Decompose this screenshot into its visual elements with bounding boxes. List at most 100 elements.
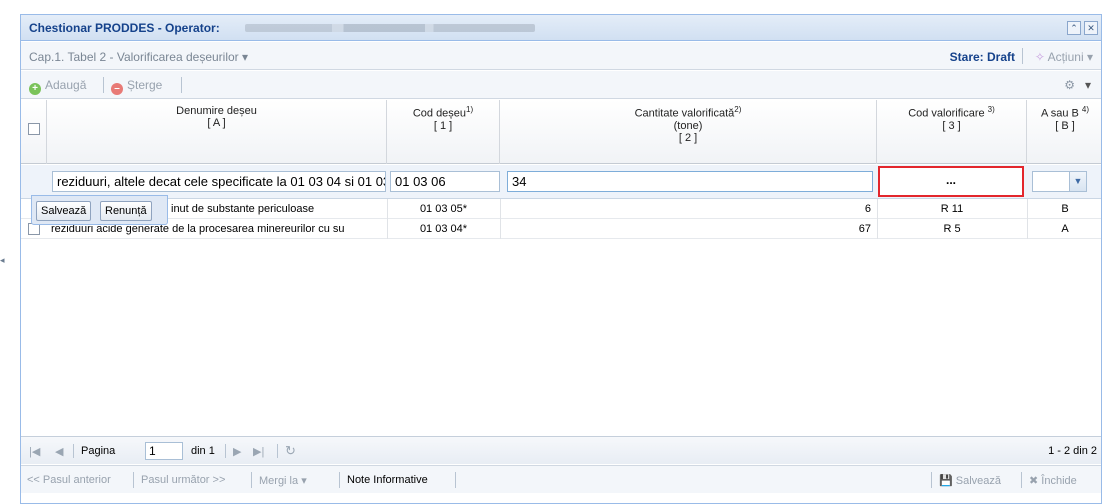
column-unit: (tone) [673, 119, 703, 132]
select-all-header [21, 100, 47, 164]
grid-toolbar: + Adaugă – Șterge ⚙ ▾ [21, 71, 1101, 99]
quantity-cell: 6 [864, 203, 871, 215]
column-footnote: 3) [987, 105, 995, 114]
separator [339, 472, 340, 488]
quantity-input[interactable]: 34 [507, 171, 873, 192]
sparkle-icon: ✧ [1034, 50, 1045, 64]
separator [455, 472, 456, 488]
column-title: Cod valorificare [908, 107, 988, 120]
save-button[interactable]: 💾 Salvează [939, 474, 1001, 487]
column-header-cod-valorificare[interactable]: Cod valorificare 3) [ 3 ] [877, 100, 1027, 164]
a-or-b-cell: B [1061, 203, 1069, 215]
column-footnote: 4) [1081, 105, 1090, 114]
close-label: Închide [1041, 475, 1077, 487]
status-text: Stare: Draft [949, 50, 1015, 64]
paging-toolbar: |◀ ◀ Pagina 1 din 1 ▶ ▶| ↻ 1 - 2 din 2 [21, 436, 1101, 464]
separator [931, 472, 932, 488]
side-collapse-arrow-icon[interactable]: ◂ [0, 255, 8, 285]
next-step-button[interactable]: Pasul următor >> [141, 474, 225, 486]
separator [251, 472, 252, 488]
separator [133, 472, 134, 488]
section-toolbar: Cap.1. Tabel 2 - Valorificarea deșeurilo… [21, 42, 1101, 70]
caret-down-icon: ▾ [1086, 50, 1093, 64]
add-button[interactable]: + Adaugă [29, 78, 86, 95]
save-row-button[interactable]: Salvează [36, 201, 92, 221]
chevron-down-icon[interactable]: ▼ [1069, 172, 1086, 191]
next-page-icon[interactable]: ▶ [233, 445, 241, 458]
window-title: Chestionar PRODDES - Operator: [29, 21, 220, 35]
close-x-icon: ✖ [1029, 475, 1039, 487]
caret-down-icon[interactable]: ▾ [1085, 78, 1091, 92]
table-row[interactable]: reziduuri acide generate de la procesare… [21, 219, 1101, 239]
column-footnote: 1) [466, 105, 474, 114]
column-header-cantitate[interactable]: Cantitate valorificată2) (tone) [ 2 ] [500, 100, 877, 164]
page-count-label: din 1 [191, 445, 215, 457]
column-footnote: 2) [734, 105, 742, 114]
goto-label: Mergi la [259, 475, 299, 487]
column-title: Denumire deșeu [176, 105, 257, 117]
separator [1021, 472, 1022, 488]
paging-summary: 1 - 2 din 2 [1048, 445, 1097, 457]
separator [225, 444, 226, 458]
operator-name-redacted [245, 24, 535, 32]
separator [103, 77, 104, 93]
previous-page-icon[interactable]: ◀ [55, 445, 63, 458]
quantity-cell: 67 [858, 223, 871, 235]
a-or-b-cell: A [1061, 223, 1069, 235]
close-button[interactable]: ✖ Închide [1029, 474, 1077, 487]
actions-label: Acțiuni [1047, 50, 1084, 64]
cancel-row-button[interactable]: Renunță [100, 201, 152, 221]
waste-name-input[interactable]: reziduuri, altele decat cele specificate… [52, 171, 386, 192]
double-chevron-up-icon[interactable]: ⌃ [1067, 21, 1081, 35]
previous-step-button[interactable]: << Pasul anterior [27, 474, 111, 486]
column-code: [ B ] [1055, 119, 1075, 132]
select-all-checkbox[interactable] [28, 123, 40, 135]
separator [73, 444, 74, 458]
waste-name-cell: inut de substante periculoase [171, 203, 315, 215]
breadcrumb-label: Cap.1. Tabel 2 - Valorificarea deșeurilo… [29, 50, 239, 64]
table-row[interactable]: inut de substante periculoase 01 03 05* … [21, 199, 1101, 219]
gear-icon[interactable]: ⚙ [1064, 78, 1075, 92]
minus-circle-icon: – [111, 83, 123, 95]
page-number-input[interactable]: 1 [145, 442, 183, 460]
last-page-icon[interactable]: ▶| [253, 445, 264, 458]
valorificare-code-cell: R 11 [940, 203, 964, 215]
save-label: Salvează [955, 475, 1002, 487]
a-or-b-combo[interactable]: ▼ [1032, 171, 1087, 192]
first-page-icon[interactable]: |◀ [29, 445, 40, 458]
column-code: [ 2 ] [678, 131, 698, 144]
waste-code-cell: 01 03 04* [419, 223, 468, 235]
row-editor-buttons: Salvează Renunță [31, 195, 168, 225]
column-title: Cantitate valorificată [634, 107, 735, 120]
actions-menu-button[interactable]: ✧ Acțiuni ▾ [1035, 50, 1093, 64]
column-header-a-sau-b[interactable]: A sau B 4) [ B ] [1027, 100, 1102, 164]
valorificare-code-selector[interactable]: ... [878, 166, 1024, 197]
valorificare-code-cell: R 5 [943, 223, 961, 235]
goto-menu-button[interactable]: Mergi la ▾ [259, 474, 307, 487]
separator [277, 444, 278, 458]
waste-code-cell: 01 03 05* [419, 203, 468, 215]
waste-code-input[interactable]: 01 03 06 [390, 171, 500, 192]
questionnaire-window: Chestionar PRODDES - Operator: ⌃ ✕ Cap.1… [20, 14, 1102, 504]
column-header-denumire[interactable]: Denumire deșeu [ A ] [47, 100, 387, 164]
caret-down-icon: ▾ [242, 50, 249, 64]
section-breadcrumb-menu[interactable]: Cap.1. Tabel 2 - Valorificarea deșeurilo… [29, 50, 248, 64]
separator [181, 77, 182, 93]
column-code: [ 3 ] [942, 119, 961, 132]
plus-circle-icon: + [29, 83, 41, 95]
delete-label: Șterge [127, 78, 163, 92]
refresh-icon[interactable]: ↻ [285, 443, 296, 459]
window-titlebar: Chestionar PRODDES - Operator: ⌃ ✕ [21, 15, 1101, 41]
wizard-footer: << Pasul anterior Pasul următor >> Mergi… [21, 465, 1101, 493]
info-notes-button[interactable]: Note Informative [347, 474, 428, 486]
column-title: Cod deșeu [412, 107, 467, 120]
separator [1022, 48, 1023, 64]
close-icon[interactable]: ✕ [1084, 21, 1098, 35]
column-header-cod-deseu[interactable]: Cod deșeu1) [ 1 ] [387, 100, 500, 164]
grid-header: Denumire deșeu [ A ] Cod deșeu1) [ 1 ] C… [21, 100, 1101, 164]
floppy-disk-icon: 💾 [939, 475, 953, 487]
page-label: Pagina [81, 445, 116, 457]
column-code: [ 1 ] [433, 119, 453, 132]
column-title: A sau B [1040, 107, 1082, 120]
delete-button[interactable]: – Șterge [111, 78, 162, 95]
